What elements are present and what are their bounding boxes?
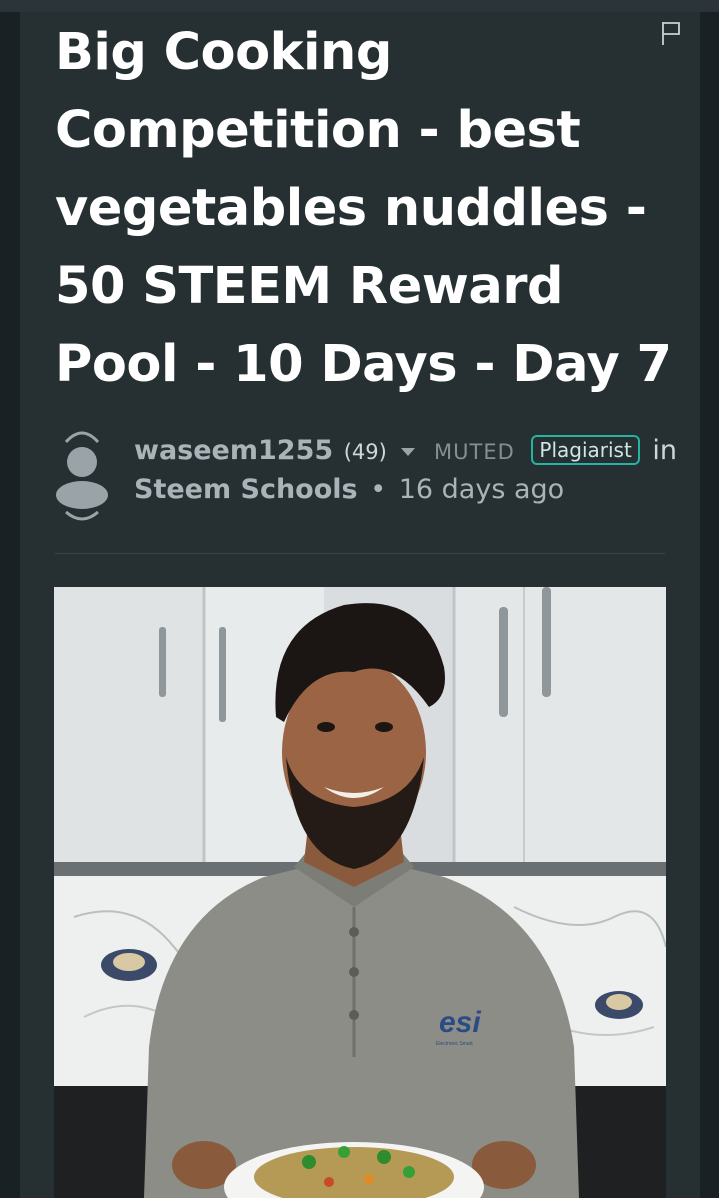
shirt-logo: esi xyxy=(439,1006,481,1039)
right-gutter xyxy=(700,12,719,1198)
meta-divider xyxy=(55,553,665,554)
author-link[interactable]: waseem1255 xyxy=(134,435,333,466)
shirt-logo-sub: Electronic Smart xyxy=(436,1041,473,1047)
post-photo[interactable]: esi Electronic Smart xyxy=(54,587,666,1198)
author-avatar[interactable] xyxy=(54,426,110,522)
post-card: Big Cooking Competition - best vegetable… xyxy=(20,12,700,1198)
community-link[interactable]: Steem Schools xyxy=(134,474,358,505)
caret-down-icon[interactable] xyxy=(401,447,416,456)
plagiarist-badge: Plagiarist xyxy=(531,435,640,465)
meta-separator: • xyxy=(370,474,387,505)
post-timestamp[interactable]: 16 days ago xyxy=(399,474,564,505)
muted-label: MUTED xyxy=(434,440,515,464)
post-meta: waseem1255 (49) MUTED Plagiarist in Stee… xyxy=(134,432,694,509)
author-reputation: (49) xyxy=(343,440,387,464)
photo-illustration: esi Electronic Smart xyxy=(54,587,666,1198)
in-label: in xyxy=(652,435,678,466)
top-bar xyxy=(0,0,719,12)
post-title: Big Cooking Competition - best vegetable… xyxy=(55,23,672,394)
left-gutter xyxy=(0,12,20,1198)
avatar-placeholder-icon xyxy=(56,431,108,521)
